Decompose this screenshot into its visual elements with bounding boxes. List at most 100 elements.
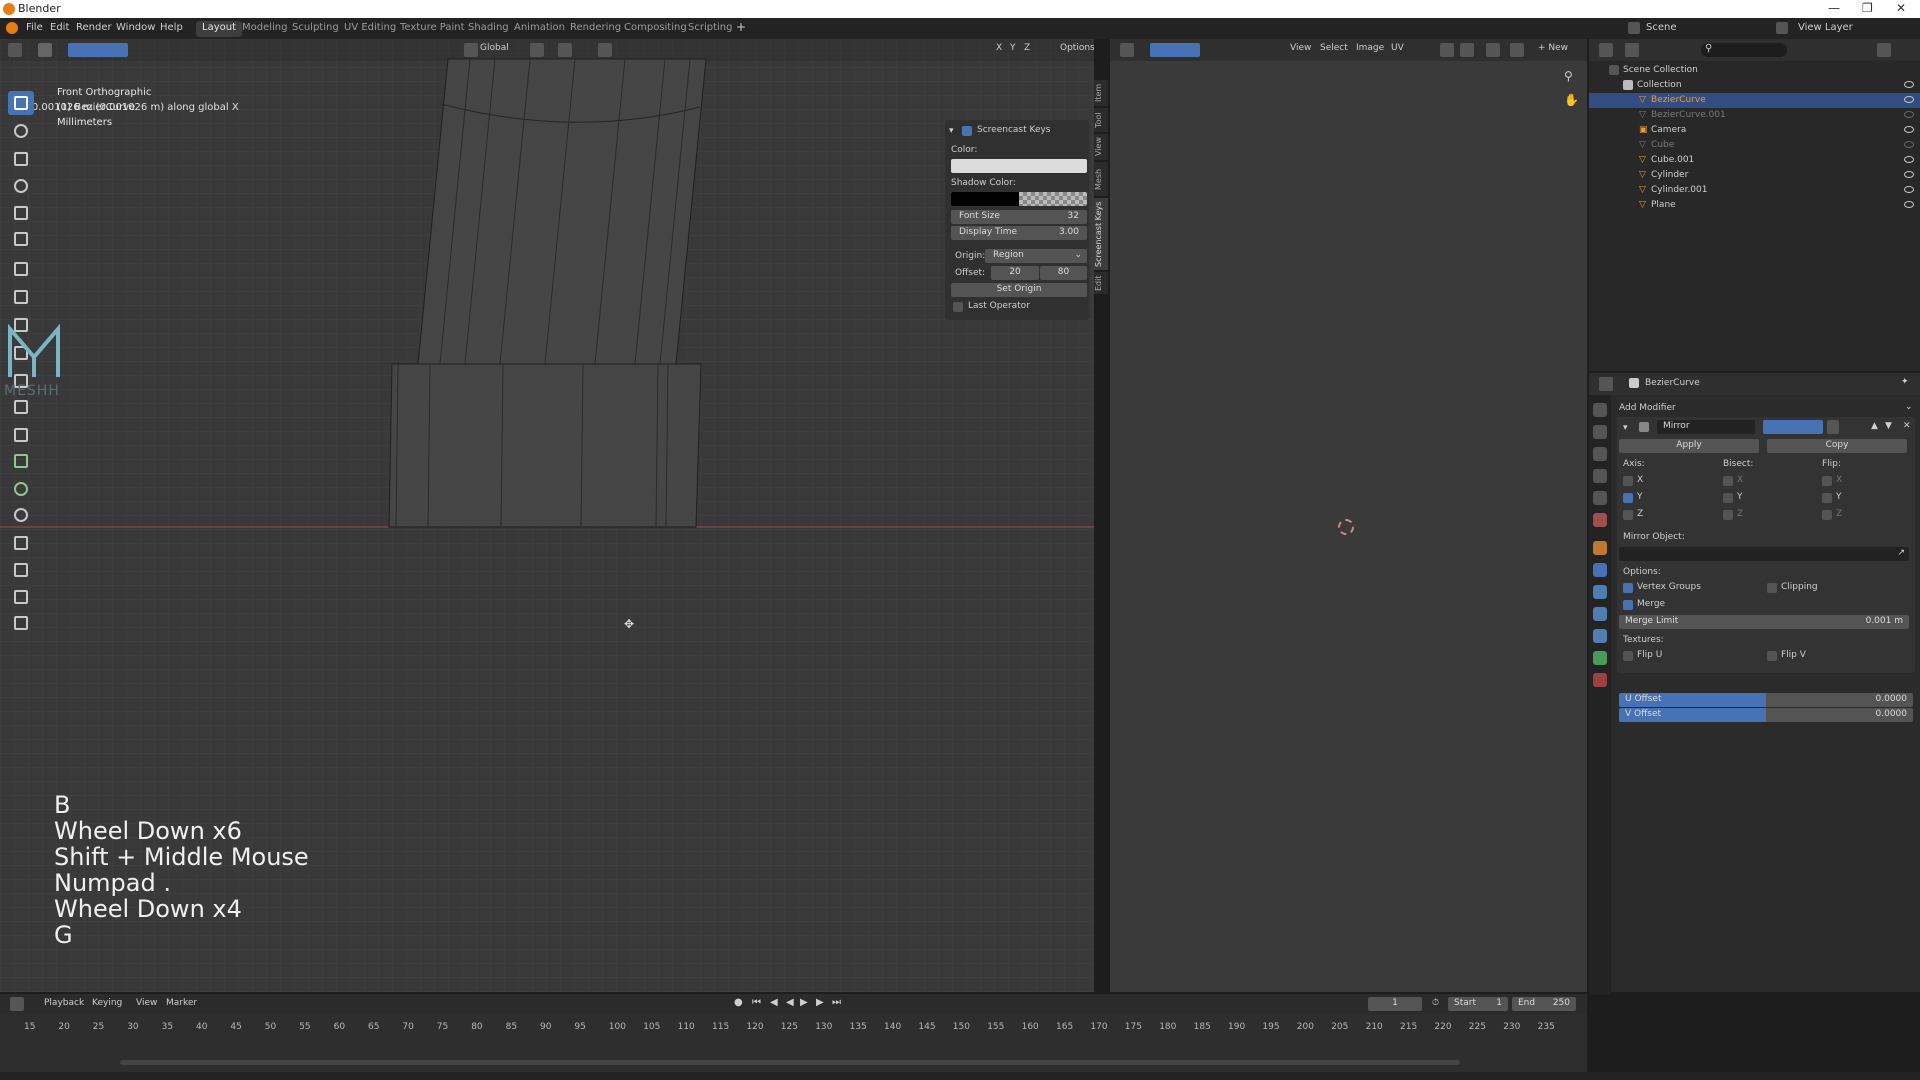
object-tab-icon[interactable] (1593, 541, 1607, 555)
display-time-field[interactable]: Display Time 3.00 (951, 226, 1087, 240)
menu-file[interactable]: File (26, 22, 43, 33)
tab-uv-editing[interactable]: UV Editing (338, 21, 402, 37)
move-down-icon[interactable]: ▼ (1885, 421, 1892, 431)
tab-animation[interactable]: Animation (508, 21, 571, 37)
outliner-item[interactable]: ▽ Cube (1589, 138, 1920, 153)
display-mode-icon[interactable] (1625, 43, 1639, 57)
editor-type-icon[interactable] (1599, 43, 1613, 57)
modifier-display-toggles[interactable] (1763, 420, 1823, 434)
axis-y-checkbox[interactable] (1623, 493, 1633, 503)
flip-z-checkbox[interactable] (1822, 510, 1832, 520)
visibility-icon[interactable] (1904, 81, 1914, 88)
image-editor[interactable]: View Select Image UV + New ⚲ ✋ (1110, 39, 1587, 992)
pivot-icon[interactable] (1440, 43, 1454, 57)
snap-icon[interactable] (1486, 43, 1500, 57)
axis-x-checkbox[interactable] (1623, 476, 1633, 486)
data-tab-icon[interactable] (1593, 651, 1607, 665)
copy-button[interactable]: Copy (1767, 439, 1907, 453)
tab-texture-paint[interactable]: Texture Paint (394, 21, 471, 37)
zoom-icon[interactable]: ⚲ (1564, 69, 1573, 83)
cage-icon[interactable] (1827, 420, 1839, 434)
apply-button[interactable]: Apply (1619, 439, 1759, 453)
blender-menu-icon[interactable] (6, 22, 18, 34)
outliner-scene-collection[interactable]: Scene Collection (1589, 63, 1920, 78)
visibility-icon[interactable] (1904, 186, 1914, 193)
remove-modifier-icon[interactable]: ✕ (1903, 421, 1911, 431)
scene-name[interactable]: Scene (1646, 22, 1677, 33)
outliner-search-input[interactable]: ⚲ (1701, 43, 1787, 57)
outliner-item[interactable]: ▽ Cube.001 (1589, 153, 1920, 168)
flip-u-checkbox[interactable] (1623, 651, 1633, 661)
editor-type-icon[interactable] (1599, 377, 1613, 391)
visibility-icon[interactable] (1904, 201, 1914, 208)
shadow-color-swatch[interactable] (951, 192, 1019, 206)
uv-select-mode-buttons[interactable] (1150, 43, 1200, 57)
editor-type-icon[interactable] (1120, 43, 1134, 57)
outliner-item[interactable]: ▽ Cylinder.001 (1589, 183, 1920, 198)
color-swatch[interactable] (951, 159, 1087, 173)
physics-tab-icon[interactable] (1593, 607, 1607, 621)
tab-sculpting[interactable]: Sculpting (286, 21, 345, 37)
tab-scripting[interactable]: Scripting (682, 21, 738, 37)
font-size-field[interactable]: Font Size 32 (951, 210, 1087, 224)
render-tab-icon[interactable] (1593, 425, 1607, 439)
tab-shading[interactable]: Shading (462, 21, 515, 37)
scene-tab-icon[interactable] (1593, 491, 1607, 505)
material-tab-icon[interactable] (1593, 673, 1607, 687)
visibility-icon[interactable] (1904, 126, 1914, 133)
bisect-z-checkbox[interactable] (1723, 510, 1733, 520)
add-workspace-icon[interactable]: + (736, 20, 746, 34)
screencast-enable-checkbox[interactable] (962, 126, 972, 136)
collapse-icon[interactable]: ▾ (1623, 423, 1628, 433)
bisect-y-checkbox[interactable] (1723, 493, 1733, 503)
timeline[interactable]: Playback Keying View Marker ● ⏮ ◀ ◀ ▶ ▶ … (0, 994, 1587, 1080)
visibility-icon[interactable] (1904, 96, 1914, 103)
clipping-checkbox[interactable] (1767, 583, 1777, 593)
outliner-item[interactable]: ▽ BezierCurve.001 (1589, 108, 1920, 123)
visibility-icon[interactable] (1904, 111, 1914, 118)
view-layer-tab-icon[interactable] (1593, 469, 1607, 483)
outliner-item[interactable]: ▽ Plane (1589, 198, 1920, 213)
menu-image[interactable]: Image (1356, 43, 1384, 57)
sync-selection-icon[interactable] (1460, 43, 1474, 57)
add-modifier-dropdown[interactable]: Add Modifier (1619, 403, 1676, 413)
tab-modeling[interactable]: Modeling (236, 21, 294, 37)
world-tab-icon[interactable] (1593, 513, 1607, 527)
minimize-icon[interactable]: — (1828, 1, 1840, 15)
offset-y-field[interactable]: 80 (1040, 266, 1087, 280)
constraints-tab-icon[interactable] (1593, 629, 1607, 643)
move-up-icon[interactable]: ▲ (1871, 421, 1878, 431)
proportional-edit-icon[interactable] (1510, 43, 1524, 57)
visibility-icon[interactable] (1904, 171, 1914, 178)
restore-icon[interactable]: ❐ (1862, 1, 1873, 15)
new-image-button[interactable]: + New (1538, 43, 1568, 57)
tool-tab-icon[interactable] (1593, 403, 1607, 417)
outliner-collection[interactable]: Collection (1589, 78, 1920, 93)
tab-view[interactable]: View (1094, 134, 1108, 160)
flip-x-checkbox[interactable] (1822, 476, 1832, 486)
tab-screencast-keys[interactable]: Screencast Keys (1094, 198, 1108, 270)
bisect-x-checkbox[interactable] (1723, 476, 1733, 486)
vertex-groups-checkbox[interactable] (1623, 583, 1633, 593)
pan-hand-icon[interactable]: ✋ (1564, 93, 1579, 107)
shadow-alpha-swatch[interactable] (1019, 192, 1087, 206)
visibility-icon[interactable] (1904, 141, 1914, 148)
menu-uv[interactable]: UV (1391, 43, 1404, 57)
menu-edit[interactable]: Edit (50, 22, 69, 33)
outliner-item[interactable]: ▽ BezierCurve (1589, 93, 1920, 108)
axis-z-checkbox[interactable] (1623, 510, 1633, 520)
menu-render[interactable]: Render (76, 22, 112, 33)
filter-icon[interactable] (1877, 43, 1891, 57)
modifier-name-input[interactable]: Mirror (1657, 420, 1755, 434)
menu-window[interactable]: Window (116, 22, 155, 33)
flip-y-checkbox[interactable] (1822, 493, 1832, 503)
v-offset-field[interactable]: V Offset 0.0000 (1619, 708, 1913, 722)
merge-checkbox[interactable] (1623, 600, 1633, 610)
mirror-object-field[interactable]: ↗ (1619, 547, 1909, 561)
particles-tab-icon[interactable] (1593, 585, 1607, 599)
outliner-item[interactable]: ▣ Camera (1589, 123, 1920, 138)
flip-v-checkbox[interactable] (1767, 651, 1777, 661)
menu-select[interactable]: Select (1320, 43, 1348, 57)
tab-mesh[interactable]: Mesh (1094, 162, 1108, 196)
output-tab-icon[interactable] (1593, 447, 1607, 461)
